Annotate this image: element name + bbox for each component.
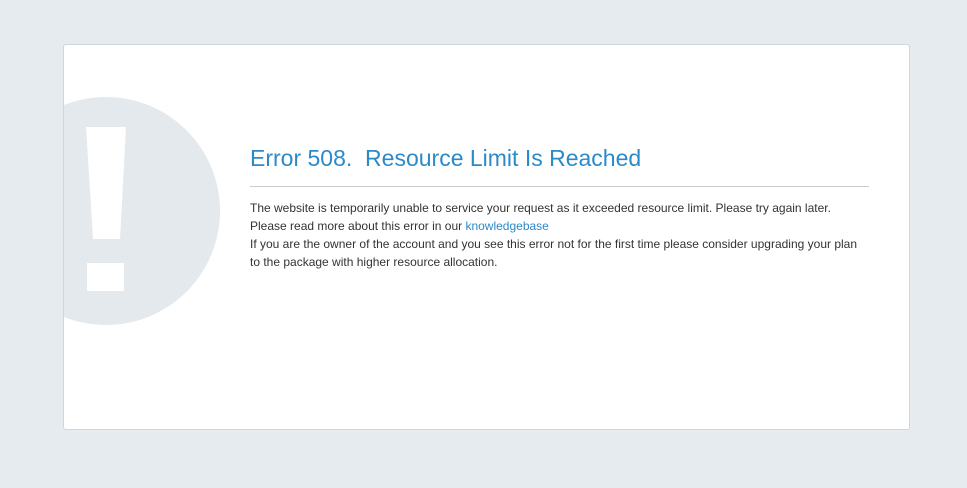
error-card: Error 508. Resource Limit Is Reached The… bbox=[63, 44, 910, 430]
message-line-2-text: Please read more about this error in our bbox=[250, 219, 466, 233]
message-line-2: Please read more about this error in our… bbox=[250, 217, 870, 235]
message-line-1: The website is temporarily unable to ser… bbox=[250, 201, 831, 215]
error-message: The website is temporarily unable to ser… bbox=[250, 199, 870, 271]
page-title: Error 508. Resource Limit Is Reached bbox=[250, 145, 642, 171]
error-content: Error 508. Resource Limit Is Reached The… bbox=[250, 143, 870, 271]
divider bbox=[250, 186, 869, 187]
knowledgebase-link[interactable]: knowledgebase bbox=[465, 219, 548, 233]
message-line-3: If you are the owner of the account and … bbox=[250, 237, 858, 269]
exclamation-badge bbox=[64, 97, 220, 325]
